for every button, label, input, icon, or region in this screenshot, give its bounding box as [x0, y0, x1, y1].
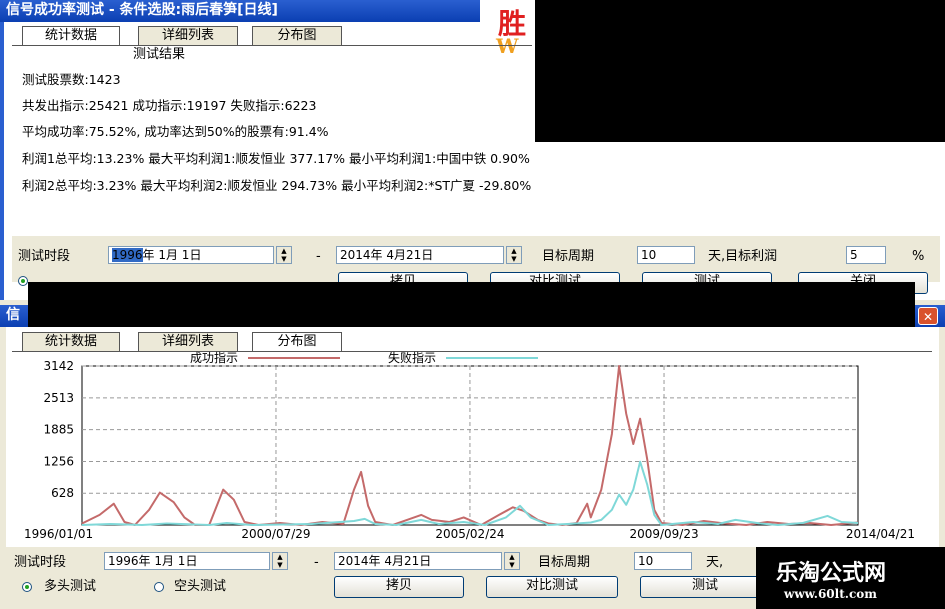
top-radio-long[interactable]	[18, 276, 28, 286]
top-period-label: 测试时段	[18, 249, 71, 264]
stat-line-4: 利润1总平均:13.23% 最大平均利润1:顺发恒业 377.17% 最小平均利…	[22, 151, 530, 166]
bottom-end-date-field[interactable]: 2014年 4月21日	[334, 552, 502, 570]
bottom-end-date-spinner[interactable]: ▲ ▼	[504, 552, 520, 570]
y-tick-label: 3142	[43, 359, 74, 373]
y-tick-label: 2513	[43, 391, 74, 405]
bottom-tab-detail-list[interactable]: 详细列表	[138, 332, 238, 351]
top-window-frame-left	[0, 22, 4, 300]
watermark-url: www.60lt.com	[784, 587, 877, 601]
y-tick-label: 1885	[43, 423, 74, 437]
top-end-date-field[interactable]: 2014年 4月21日	[336, 246, 504, 264]
top-tab-stats[interactable]: 统计数据	[22, 26, 120, 45]
x-tick-label: 2014/04/21	[846, 527, 915, 540]
bottom-close-button[interactable]: ✕	[918, 307, 938, 325]
top-tab-underline	[12, 45, 532, 46]
bottom-target-period-input[interactable]: 10	[634, 552, 692, 570]
bottom-radio-long[interactable]	[22, 582, 32, 592]
bottom-window-title: 信	[6, 307, 20, 323]
bottom-period-label: 测试时段	[14, 555, 67, 570]
spin-down-icon: ▼	[511, 255, 517, 263]
top-end-date-spinner[interactable]: ▲ ▼	[506, 246, 522, 264]
watermark-title: 乐淘公式网	[776, 560, 887, 586]
occluding-black-box	[535, 0, 945, 142]
x-tick-label: 2005/02/24	[435, 527, 504, 540]
top-day-unit-label: 天,目标利润	[708, 249, 778, 264]
results-heading: 测试结果	[133, 47, 186, 62]
top-window-titlebar: 信号成功率测试 - 条件选股:雨后春笋[日线]	[0, 0, 480, 22]
bottom-tab-distribution[interactable]: 分布图	[252, 332, 342, 351]
bottom-test-button[interactable]: 测试	[640, 576, 770, 598]
x-tick-label: 2009/09/23	[629, 527, 698, 540]
stat-line-1: 测试股票数:1423	[22, 72, 121, 87]
legend-label: 成功指示	[190, 350, 238, 365]
top-target-period-input[interactable]: 10	[637, 246, 695, 264]
top-percent-label: %	[912, 249, 925, 264]
overlay-logo-small: W	[496, 34, 519, 58]
spin-up-icon: ▲	[509, 553, 515, 561]
top-start-date-field[interactable]: 1996 1996年 1月 1日	[108, 246, 274, 264]
legend-label: 失败指示	[388, 350, 436, 365]
overlay-logo: 胜 W	[490, 0, 535, 60]
spin-up-icon: ▲	[277, 553, 283, 561]
stat-line-5: 利润2总平均:3.23% 最大平均利润2:顺发恒业 294.73% 最小平均利润…	[22, 178, 532, 193]
distribution-chart: 3142 2513 1885 1256 628 1996/01/01 2000/07/29 2…	[24, 350, 915, 540]
spin-up-icon: ▲	[511, 247, 517, 255]
y-tick-label: 1256	[43, 454, 74, 468]
top-window-title: 信号成功率测试 - 条件选股:雨后春笋[日线]	[6, 2, 278, 18]
bottom-day-unit-label: 天,	[706, 555, 724, 570]
top-target-period-label: 目标周期	[542, 249, 595, 264]
x-tick-label: 1996/01/01	[24, 527, 93, 540]
bottom-start-date-field[interactable]: 1996年 1月 1日	[104, 552, 270, 570]
bottom-radio-short-label: 空头测试	[174, 579, 227, 594]
bottom-radio-short[interactable]	[154, 582, 164, 592]
bottom-start-date-spinner[interactable]: ▲ ▼	[272, 552, 288, 570]
x-tick-label: 2000/07/29	[241, 527, 310, 540]
occluding-black-bar	[28, 282, 915, 327]
bottom-compare-button[interactable]: 对比测试	[486, 576, 618, 598]
top-tab-detail-list[interactable]: 详细列表	[138, 26, 238, 45]
bottom-radio-long-label: 多头测试	[44, 579, 97, 594]
bottom-date-dash: -	[314, 555, 319, 570]
y-tick-label: 628	[51, 486, 74, 500]
stat-line-2: 共发出指示:25421 成功指示:19197 失败指示:6223	[22, 98, 317, 113]
bottom-tab-stats[interactable]: 统计数据	[22, 332, 120, 351]
top-date-dash: -	[316, 249, 321, 264]
spin-down-icon: ▼	[281, 255, 287, 263]
top-start-date-spinner[interactable]: ▲ ▼	[276, 246, 292, 264]
stat-line-3: 平均成功率:75.52%, 成功率达到50%的股票有:91.4%	[22, 124, 329, 139]
bottom-target-period-label: 目标周期	[538, 555, 591, 570]
top-start-date-text: 1996年 1月 1日	[112, 248, 202, 262]
top-target-profit-input[interactable]: 5	[846, 246, 886, 264]
close-icon: ✕	[922, 310, 934, 324]
bottom-copy-button[interactable]: 拷贝	[334, 576, 464, 598]
top-tab-distribution[interactable]: 分布图	[252, 26, 342, 45]
spin-down-icon: ▼	[509, 561, 515, 569]
spin-down-icon: ▼	[277, 561, 283, 569]
spin-up-icon: ▲	[281, 247, 287, 255]
watermark-box: 乐淘公式网 www.60lt.com	[756, 547, 945, 609]
